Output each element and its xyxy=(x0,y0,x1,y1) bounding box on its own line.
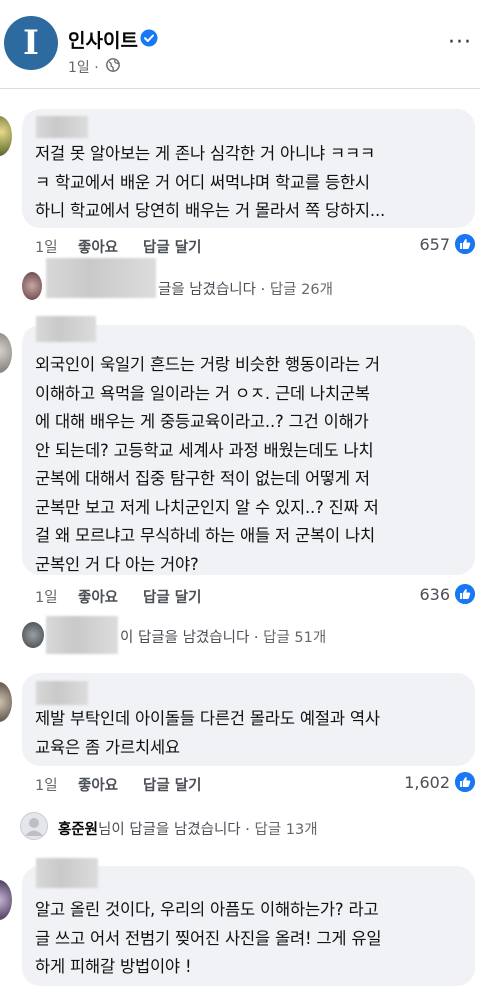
reply-button[interactable]: 답글 달기 xyxy=(143,236,201,257)
comment-time[interactable]: 1일 xyxy=(35,236,58,257)
commenter-name-blurred[interactable] xyxy=(36,316,96,342)
reply-count[interactable]: 답글 26개 xyxy=(270,282,333,298)
reply-button[interactable]: 답글 달기 xyxy=(143,774,201,795)
divider xyxy=(0,88,480,89)
comment-time[interactable]: 1일 xyxy=(35,774,58,795)
like-button[interactable]: 좋아요 xyxy=(78,236,118,257)
reply-summary-text: 이 답글을 남겼습니다 · xyxy=(120,630,264,646)
like-thumb-icon xyxy=(455,584,475,604)
reply-summary[interactable]: 홍준원님이 답글을 남겼습니다 · 답글 13개 xyxy=(58,818,318,839)
globe-icon xyxy=(106,58,120,72)
like-thumb-icon xyxy=(455,772,475,792)
commenter-name-blurred[interactable] xyxy=(36,116,88,138)
like-thumb-icon xyxy=(455,234,475,254)
replier-name-blurred[interactable] xyxy=(46,258,156,298)
commenter-name-blurred[interactable] xyxy=(36,858,98,888)
comment-avatar[interactable] xyxy=(0,880,12,920)
like-count[interactable]: 1,602 xyxy=(380,773,450,792)
comment-avatar[interactable] xyxy=(0,333,12,373)
page-avatar[interactable]: I xyxy=(4,16,58,70)
comment-avatar[interactable] xyxy=(0,116,12,156)
reply-count[interactable]: 답글 51개 xyxy=(263,630,326,646)
more-icon[interactable]: ··· xyxy=(448,30,472,55)
post-time[interactable]: 1일 · xyxy=(68,57,99,77)
commenter-name-blurred[interactable] xyxy=(36,681,88,705)
reply-summary-text: 글을 남겼습니다 · xyxy=(158,282,270,298)
default-avatar-icon[interactable] xyxy=(20,812,48,840)
like-count[interactable]: 636 xyxy=(380,585,450,604)
replier-name-blurred[interactable] xyxy=(46,616,118,654)
replier-name[interactable]: 홍준원 xyxy=(58,822,98,838)
comment-time[interactable]: 1일 xyxy=(35,586,58,607)
like-button[interactable]: 좋아요 xyxy=(78,586,118,607)
comment-text: 알고 올린 것이다, 우리의 아픔도 이해하는가? 라고 글 쓰고 어서 전범기… xyxy=(35,900,382,976)
reply-summary[interactable]: 이 답글을 남겼습니다 · 답글 51개 xyxy=(120,626,326,647)
reply-avatar[interactable] xyxy=(22,622,44,648)
like-count[interactable]: 657 xyxy=(380,235,450,254)
comment-text: 외국인이 욱일기 흔드는 거랑 비슷한 행동이라는 거 이해하고 욕먹을 일이라… xyxy=(35,355,380,574)
reply-summary-text: 님이 답글을 남겼습니다 · xyxy=(98,822,255,838)
reply-count[interactable]: 답글 13개 xyxy=(254,822,317,838)
reply-avatar[interactable] xyxy=(22,272,42,300)
comment-text: 저걸 못 알아보는 게 존나 심각한 거 아니냐 ㅋㅋㅋ ㅋ 학교에서 배운 거… xyxy=(35,144,386,220)
page-name[interactable]: 인사이트 xyxy=(68,26,138,53)
comment-text: 제발 부탁인데 아이돌들 다른건 몰라도 예절과 역사 교육은 좀 가르치세요 xyxy=(35,709,380,757)
reply-button[interactable]: 답글 달기 xyxy=(143,586,201,607)
comment-avatar[interactable] xyxy=(0,682,12,722)
verified-badge-icon xyxy=(140,29,158,47)
reply-summary[interactable]: 글을 남겼습니다 · 답글 26개 xyxy=(158,278,333,299)
like-button[interactable]: 좋아요 xyxy=(78,774,118,795)
